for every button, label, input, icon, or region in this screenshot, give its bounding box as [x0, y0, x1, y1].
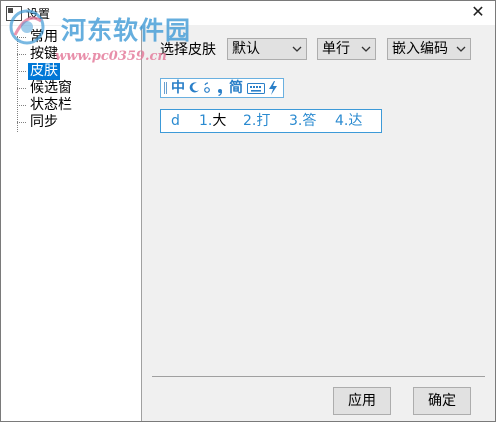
encode-mode-select-value: 嵌入编码: [392, 41, 448, 57]
candidate-char: 达: [348, 113, 363, 129]
comma-icon: [218, 89, 223, 96]
candidate-window-preview: d 1.大 2.打 3.答 4.达: [160, 109, 382, 133]
tree-connector: [17, 37, 26, 38]
encode-mode-select[interactable]: 嵌入编码: [387, 38, 471, 60]
title-bar: 设置 ✕: [1, 1, 495, 25]
candidate-char: 打: [256, 113, 271, 129]
skin-select-value: 默认: [232, 41, 260, 57]
candidate-item: 3.答: [289, 110, 316, 132]
input-mode-indicator: 中: [171, 80, 185, 96]
tree-item-candidate-window[interactable]: 候选窗: [17, 80, 141, 97]
skin-select-label: 选择皮肤: [160, 42, 216, 58]
bottom-separator: [152, 376, 485, 377]
row-mode-select-value: 单行: [322, 41, 350, 57]
chevron-down-icon: [292, 46, 302, 52]
candidate-item: 1.大: [199, 110, 226, 132]
candidate-char: 答: [302, 113, 317, 129]
settings-window: 设置 ✕ 常用 按键 皮肤 候选窗 状态栏 同步 选择皮肤 默认 单行 嵌入编码…: [0, 0, 496, 422]
tree-connector: [17, 54, 26, 55]
tree-item-general[interactable]: 常用: [17, 29, 141, 46]
punctuation-icon: [204, 82, 210, 93]
tree-item-sync[interactable]: 同步: [17, 114, 141, 131]
charset-indicator: 简: [229, 80, 243, 96]
window-title: 设置: [26, 7, 51, 21]
candidate-index: 1.: [199, 113, 213, 129]
tree-item-label: 候选窗: [30, 80, 72, 96]
skin-select[interactable]: 默认: [227, 38, 307, 60]
tree-item-label: 状态栏: [30, 97, 72, 113]
apply-button[interactable]: 应用: [333, 387, 391, 415]
candidate-index: 4.: [335, 113, 349, 129]
window-icon: [6, 6, 22, 21]
close-button[interactable]: ✕: [461, 1, 495, 25]
chevron-down-icon: [456, 46, 466, 52]
tree-item-label: 按键: [30, 46, 58, 62]
tree-item-status-bar[interactable]: 状态栏: [17, 97, 141, 114]
tree-item-label: 同步: [30, 114, 58, 130]
tree-connector: [17, 122, 26, 123]
candidate-index: 2.: [243, 113, 257, 129]
tree-connector: [17, 105, 26, 106]
lightning-icon: [269, 81, 277, 95]
settings-tree: 常用 按键 皮肤 候选窗 状态栏 同步: [1, 26, 142, 421]
input-code: d: [171, 113, 180, 129]
candidate-index: 3.: [289, 113, 303, 129]
tree-connector: [17, 88, 26, 89]
tree-item-label: 皮肤: [28, 63, 60, 80]
status-toolbar-preview: 中 简: [160, 78, 284, 98]
candidate-item: 4.达: [335, 110, 362, 132]
moon-icon: [189, 82, 199, 93]
grip-icon: [164, 82, 167, 94]
skin-settings-panel: 选择皮肤 默认 单行 嵌入编码 中 简 d 1.大 2.打 3.答 4.达 应用…: [142, 26, 495, 421]
tree-item-label: 常用: [30, 29, 58, 45]
row-mode-select[interactable]: 单行: [317, 38, 376, 60]
candidate-item: 2.打: [243, 110, 270, 132]
tree-connector: [17, 71, 26, 72]
chevron-down-icon: [361, 46, 371, 52]
candidate-char: 大: [212, 113, 227, 129]
tree-item-keys[interactable]: 按键: [17, 46, 141, 63]
ok-button[interactable]: 确定: [413, 387, 471, 415]
keyboard-icon: [247, 83, 265, 94]
tree-item-skin[interactable]: 皮肤: [17, 63, 141, 80]
